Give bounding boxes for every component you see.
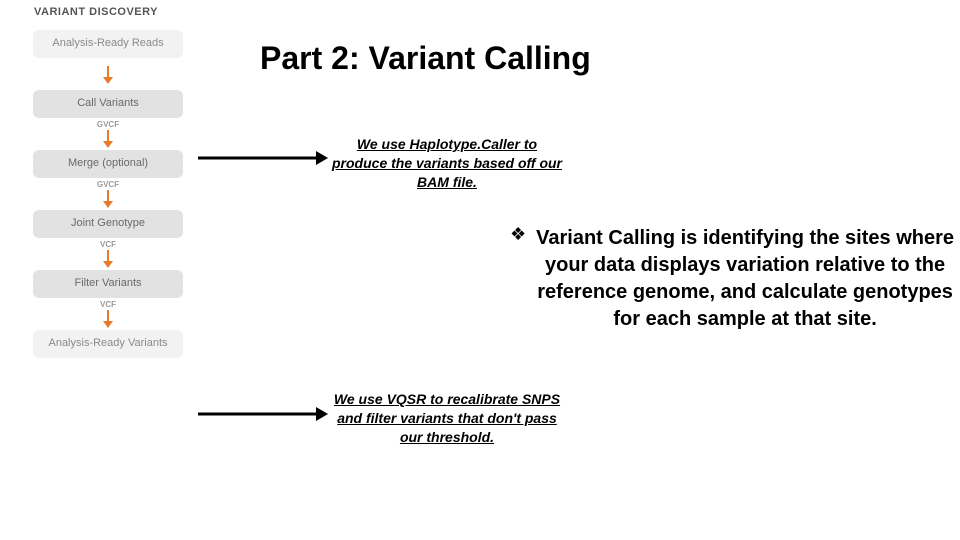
workflow-step-analysis-ready-reads: Analysis-Ready Reads	[33, 30, 183, 58]
arrow-down-icon	[101, 310, 115, 328]
workflow-step-label: Call Variants	[77, 97, 139, 110]
workflow-arrow-label: GVCF	[97, 180, 119, 189]
workflow-step-label: Analysis-Ready Reads	[52, 37, 163, 50]
page-title: Part 2: Variant Calling	[260, 40, 591, 77]
workflow-arrow-label: GVCF	[97, 120, 119, 129]
description-text: Variant Calling is identifying the sites…	[530, 225, 960, 333]
workflow-step-label: Joint Genotype	[71, 217, 145, 230]
workflow-arrow: VCF	[100, 300, 116, 328]
workflow-column: VARIANT DISCOVERY Analysis-Ready Reads C…	[28, 6, 188, 358]
arrow-down-icon	[101, 66, 115, 84]
workflow-arrow: GVCF	[97, 120, 119, 148]
workflow-step-joint-genotype: Joint Genotype	[33, 210, 183, 238]
connector-arrow-filter-variants	[198, 404, 328, 424]
description-block: ❖ Variant Calling is identifying the sit…	[510, 225, 960, 333]
workflow-header: VARIANT DISCOVERY	[34, 6, 158, 18]
workflow-arrow-label: VCF	[100, 300, 116, 309]
annotation-call-variants: We use Haplotype.Caller to produce the v…	[332, 135, 562, 192]
arrow-down-icon	[101, 190, 115, 208]
workflow-arrow	[101, 60, 115, 88]
arrow-down-icon	[101, 250, 115, 268]
workflow-step-filter-variants: Filter Variants	[33, 270, 183, 298]
workflow-step-merge: Merge (optional)	[33, 150, 183, 178]
workflow-arrow-label: VCF	[100, 240, 116, 249]
workflow-step-label: Analysis-Ready Variants	[48, 337, 167, 350]
workflow-arrow: GVCF	[97, 180, 119, 208]
connector-arrow-call-variants	[198, 148, 328, 168]
workflow-step-label: Merge (optional)	[68, 157, 148, 170]
diamond-bullet-icon: ❖	[510, 225, 526, 245]
workflow-step-analysis-ready-variants: Analysis-Ready Variants	[33, 330, 183, 358]
workflow-step-label: Filter Variants	[74, 277, 141, 290]
arrow-down-icon	[101, 130, 115, 148]
annotation-filter-variants: We use VQSR to recalibrate SNPS and filt…	[332, 390, 562, 447]
workflow-step-call-variants: Call Variants	[33, 90, 183, 118]
workflow-arrow: VCF	[100, 240, 116, 268]
